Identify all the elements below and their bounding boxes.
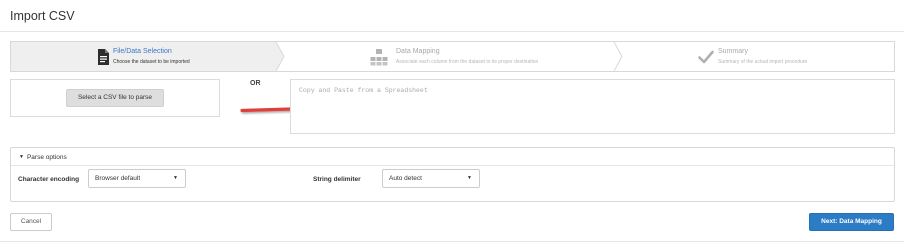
page-header: Import CSV xyxy=(0,0,904,32)
wizard-step-label: Summary xyxy=(718,48,748,55)
wizard-step-label: File/Data Selection xyxy=(113,48,172,55)
wizard-step-summary[interactable]: Summary Summary of the actual import pro… xyxy=(614,42,894,71)
dropdown-caret-icon: ▼ xyxy=(467,175,472,181)
parse-options-title: Parse options xyxy=(26,154,67,161)
wizard-step-description: Summary of the actual import procedure xyxy=(718,59,808,65)
character-encoding-label: Character encoding xyxy=(18,176,80,183)
string-delimiter-value: Auto detect xyxy=(389,175,422,182)
step-separator xyxy=(276,42,285,71)
character-encoding-select[interactable]: Browser default ▼ xyxy=(88,169,186,188)
checkmark-icon xyxy=(698,48,714,66)
string-delimiter-select[interactable]: Auto detect ▼ xyxy=(382,169,480,188)
wizard-step-label: Data Mapping xyxy=(396,48,440,55)
or-separator-label: OR xyxy=(250,80,261,87)
csv-file-select-panel: Select a CSV file to parse xyxy=(10,79,220,117)
string-delimiter-label: String delimiter xyxy=(313,176,361,183)
parse-options-toggle[interactable]: ▼ Parse options xyxy=(19,154,67,161)
page-title: Import CSV xyxy=(10,9,75,23)
wizard-step-description: Associate each column from the dataset t… xyxy=(396,59,539,65)
wizard-step-description: Choose the dataset to be imported xyxy=(113,59,190,65)
file-icon xyxy=(95,48,111,66)
caret-down-icon: ▼ xyxy=(19,154,24,160)
cancel-button[interactable]: Cancel xyxy=(10,213,52,231)
parse-options-panel: ▼ Parse options Character encoding Browse… xyxy=(10,147,895,202)
step-separator xyxy=(614,42,623,71)
dropdown-caret-icon: ▼ xyxy=(173,175,178,181)
data-mapping-icon xyxy=(370,48,388,66)
wizard-step-data-mapping[interactable]: Data Mapping Associate each column from … xyxy=(276,42,623,71)
paste-spreadsheet-textarea[interactable] xyxy=(290,79,895,134)
parse-options-divider xyxy=(11,165,894,166)
select-csv-file-button[interactable]: Select a CSV file to parse xyxy=(66,89,164,107)
wizard-step-file-selection[interactable]: File/Data Selection Choose the dataset t… xyxy=(11,42,285,71)
character-encoding-value: Browser default xyxy=(95,175,141,182)
next-data-mapping-button[interactable]: Next: Data Mapping xyxy=(809,213,894,231)
import-wizard-steps: File/Data Selection Choose the dataset t… xyxy=(10,41,895,72)
